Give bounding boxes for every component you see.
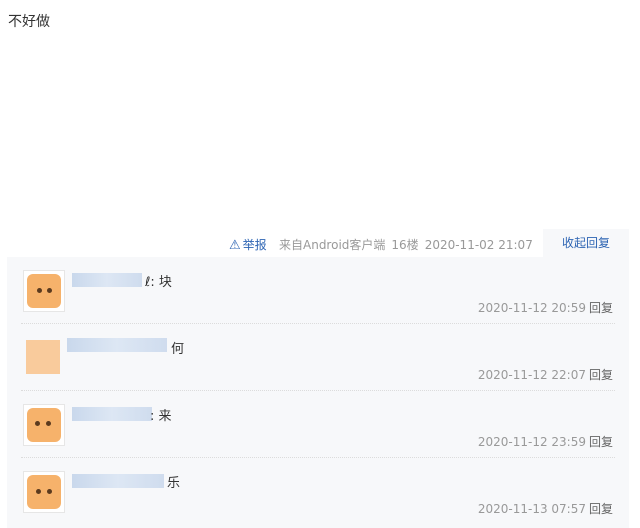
list-item: : 来 2020-11-12 23:59 回复 [7,391,629,458]
report-label: 举报 [242,238,267,252]
fold-replies-button[interactable]: 收起回复 [543,229,629,257]
blurred-username[interactable] [72,273,142,287]
reply-button[interactable]: 回复 [589,368,613,382]
avatar[interactable] [23,337,63,377]
reply-meta: 2020-11-12 22:07 回复 [478,366,613,383]
reply-time: 2020-11-12 20:59 [477,301,586,315]
post-floor: 16楼 [391,238,419,252]
reply-meta: 2020-11-13 07:57 回复 [478,500,613,517]
reply-content: ℓ: 块 [145,275,172,290]
post-time: 2020-11-02 21:07 [424,238,533,252]
reply-button[interactable]: 回复 [589,502,613,516]
sub-replies-panel: ℓ: 块 2020-11-12 20:59 回复 何 2020-11-12 22:… [7,257,629,528]
reply-content: 乐 [167,476,181,491]
reply-content: : 来 [150,409,172,424]
reply-button[interactable]: 回复 [589,435,613,449]
reply-button[interactable]: 回复 [589,301,613,315]
reply-time: 2020-11-13 07:57 [477,502,586,516]
blurred-username[interactable] [72,474,164,488]
avatar[interactable] [23,404,65,446]
reply-time: 2020-11-12 22:07 [477,368,586,382]
reply-time: 2020-11-12 23:59 [477,435,586,449]
post-source: 来自Android客户端 [279,238,386,252]
post-tail-bar: ⚠ 举报 来自Android客户端 16楼 2020-11-02 21:07 收起回复 [0,229,640,257]
reply-meta: 2020-11-12 20:59 回复 [478,299,613,316]
warning-triangle-icon: ⚠ [229,238,241,253]
list-item: ℓ: 块 2020-11-12 20:59 回复 [7,257,629,324]
reply-meta: 2020-11-12 23:59 回复 [478,433,613,450]
blurred-username[interactable] [67,338,167,352]
reply-content: 何 [171,342,185,357]
list-item: 何 2020-11-12 22:07 回复 [7,324,629,391]
avatar[interactable] [23,471,65,513]
avatar[interactable] [23,270,65,312]
post-content: 不好做 [8,14,50,30]
blurred-username[interactable] [72,407,152,421]
post-meta: 来自Android客户端 16楼 2020-11-02 21:07 [279,236,539,253]
list-item: 乐 2020-11-13 07:57 回复 [7,458,629,525]
report-link[interactable]: ⚠ 举报 [229,236,267,253]
